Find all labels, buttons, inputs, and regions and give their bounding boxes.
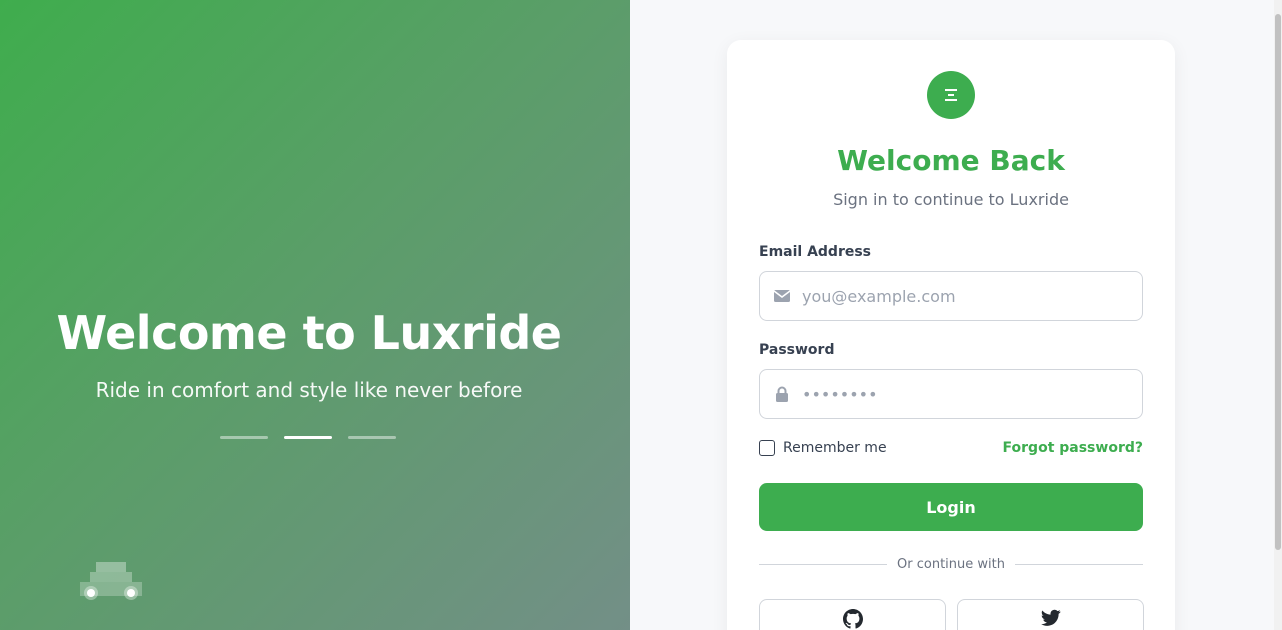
login-button[interactable]: Login (759, 483, 1143, 531)
twitter-login-button[interactable] (957, 599, 1144, 630)
hero-panel: Welcome to Luxride Ride in comfort and s… (0, 0, 630, 630)
login-subtitle: Sign in to continue to Luxride (833, 190, 1069, 209)
divider-text: Or continue with (897, 557, 1005, 572)
carousel-indicators (220, 436, 396, 439)
scrollbar-thumb[interactable] (1275, 14, 1281, 550)
password-input[interactable] (802, 384, 1122, 404)
carousel-dot-1[interactable] (220, 436, 268, 439)
scrollbar[interactable] (1274, 0, 1282, 630)
email-field-wrapper (759, 271, 1143, 321)
twitter-icon (1040, 609, 1061, 630)
email-input[interactable] (802, 286, 1122, 306)
menu-icon (927, 71, 975, 119)
social-divider: Or continue with (759, 557, 1144, 572)
forgot-password-link[interactable]: Forgot password? (1003, 440, 1143, 456)
divider-line-left (759, 564, 888, 565)
email-label: Email Address (759, 244, 872, 260)
remember-label[interactable]: Remember me (783, 440, 887, 456)
hero-title: Welcome to Luxride (56, 306, 563, 360)
carousel-dot-3[interactable] (348, 436, 396, 439)
divider-line-right (1014, 564, 1144, 565)
remember-me: Remember me (759, 440, 887, 456)
carousel-dot-2[interactable] (284, 436, 332, 439)
login-title: Welcome Back (837, 144, 1065, 177)
github-icon (842, 609, 863, 630)
login-card: Welcome Back Sign in to continue to Luxr… (727, 40, 1175, 630)
envelope-icon (762, 289, 802, 303)
github-login-button[interactable] (759, 599, 946, 630)
car-icon (80, 562, 142, 600)
lock-icon (762, 386, 802, 403)
password-field-wrapper (759, 369, 1143, 419)
password-label: Password (759, 342, 835, 358)
remember-checkbox[interactable] (759, 440, 775, 456)
hero-subtitle: Ride in comfort and style like never bef… (95, 378, 523, 402)
